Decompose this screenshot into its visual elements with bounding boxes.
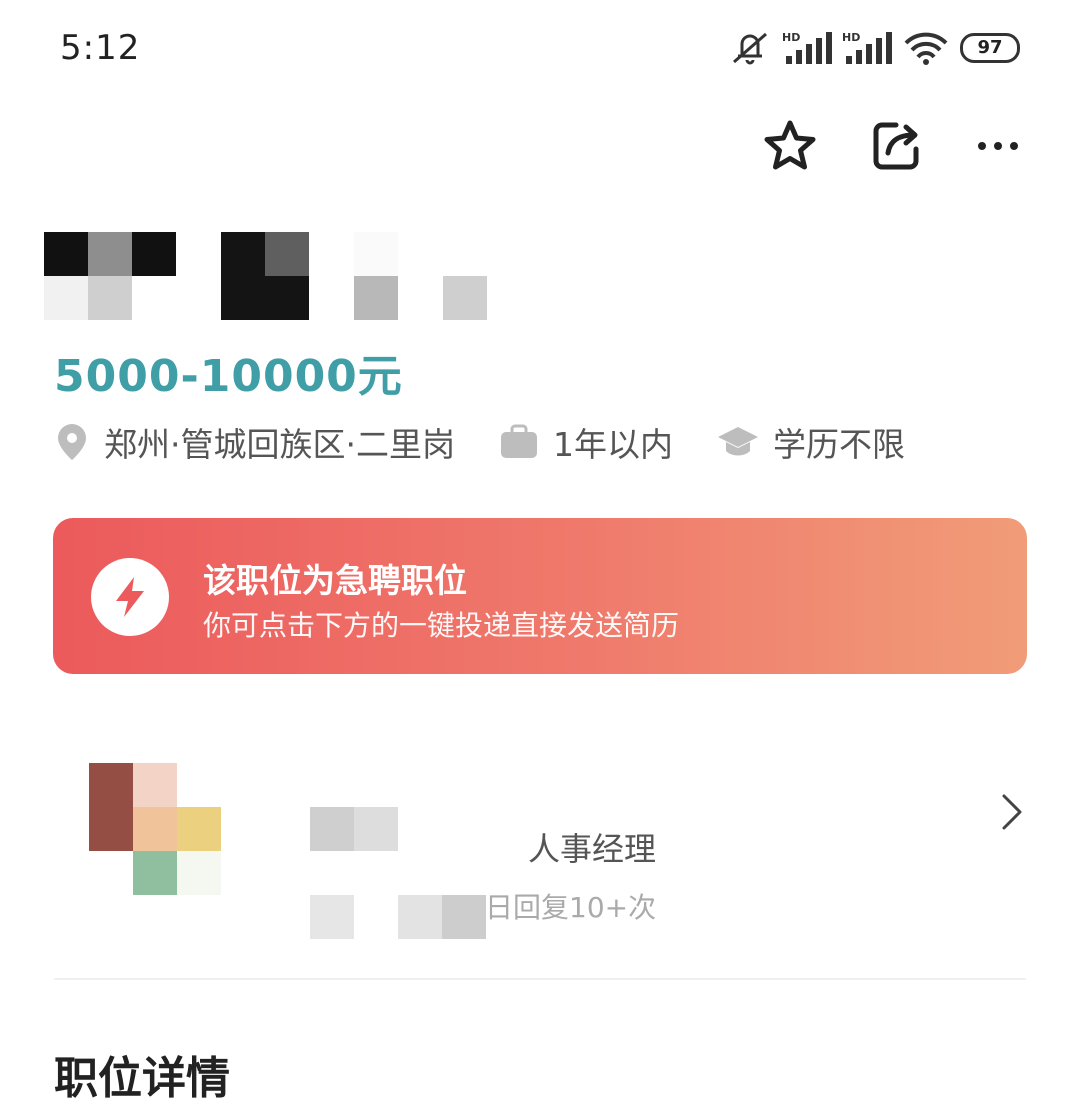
graduation-cap-icon bbox=[717, 427, 758, 456]
location-item: 郑州·管城回族区·二里岗 bbox=[54, 418, 455, 466]
star-icon[interactable] bbox=[762, 118, 818, 174]
job-meta-row: 郑州·管城回族区·二里岗 1年以内 学历不限 bbox=[54, 418, 905, 466]
recruiter-name-mosaic bbox=[310, 807, 398, 851]
recruiter-avatar[interactable] bbox=[89, 763, 221, 895]
battery-icon: 97 bbox=[960, 33, 1020, 63]
mute-icon bbox=[733, 32, 767, 65]
status-icons: HD HD 97 bbox=[728, 30, 1020, 66]
salary: 5000-10000元 bbox=[54, 351, 403, 402]
experience-text: 1年以内 bbox=[552, 425, 673, 464]
location-pin-icon bbox=[58, 424, 86, 460]
svg-text:HD: HD bbox=[842, 31, 860, 44]
location-text: 郑州·管城回族区·二里岗 bbox=[104, 425, 455, 464]
share-icon[interactable] bbox=[870, 119, 924, 173]
job-detail-page: 5:12 HD HD 97 5000-10000元 郑州·管城回族区·二里岗 1… bbox=[0, 0, 1080, 1108]
chevron-right-icon[interactable] bbox=[1000, 792, 1024, 832]
wifi-icon bbox=[904, 32, 948, 65]
status-time: 5:12 bbox=[60, 28, 141, 68]
briefcase-icon bbox=[500, 424, 537, 458]
job-title-mosaic bbox=[44, 232, 488, 320]
lightning-icon bbox=[91, 558, 169, 636]
divider bbox=[54, 978, 1026, 980]
urgent-hiring-banner: 该职位为急聘职位 你可点击下方的一键投递直接发送简历 bbox=[53, 518, 1027, 674]
recruiter-reply-rate: 日回复10+次 bbox=[485, 891, 657, 924]
experience-item: 1年以内 bbox=[499, 418, 673, 466]
hd-signal-icon: HD bbox=[782, 31, 832, 64]
recruiter-role: 人事经理 bbox=[528, 830, 657, 868]
recruiter-company-mosaic bbox=[310, 895, 486, 939]
education-item: 学历不限 bbox=[717, 418, 905, 466]
banner-subtitle: 你可点击下方的一键投递直接发送简历 bbox=[203, 609, 680, 642]
section-title-job-details: 职位详情 bbox=[54, 1053, 230, 1104]
banner-title: 该职位为急聘职位 bbox=[203, 561, 467, 600]
svg-text:HD: HD bbox=[782, 31, 800, 44]
top-actions bbox=[762, 118, 1020, 174]
education-text: 学历不限 bbox=[772, 425, 905, 464]
more-icon[interactable] bbox=[976, 136, 1020, 156]
hd-signal-icon: HD bbox=[842, 31, 892, 64]
